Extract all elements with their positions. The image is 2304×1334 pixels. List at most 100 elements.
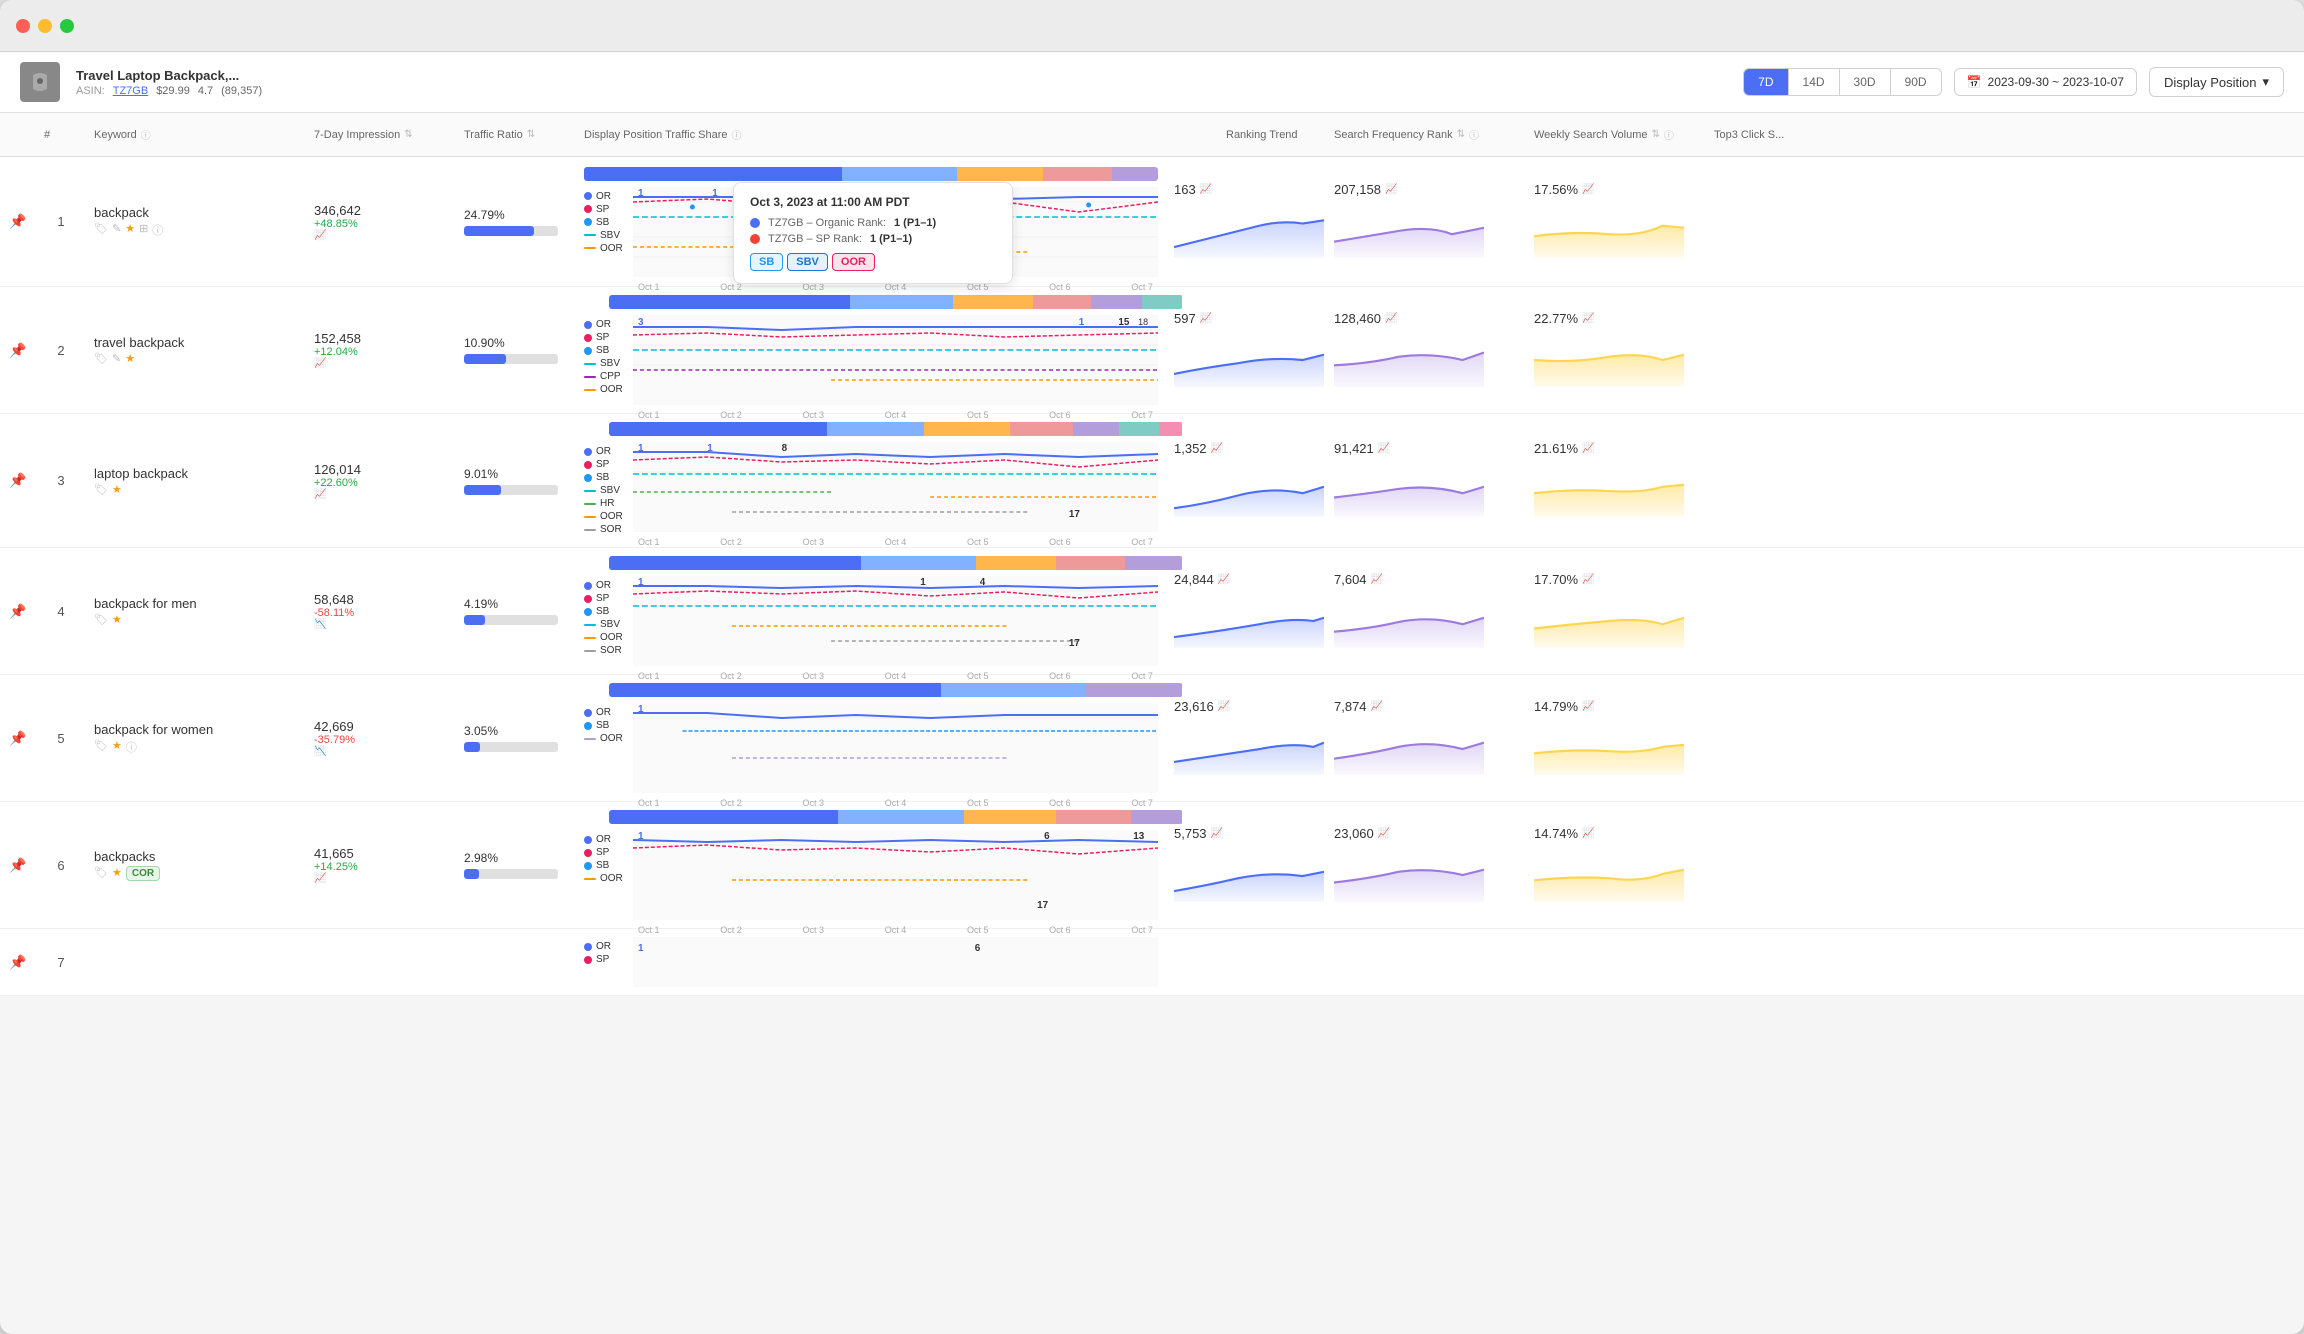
traffic-sort-icon[interactable]: ⇅ (527, 129, 535, 140)
ranking-tooltip: Oct 3, 2023 at 11:00 AM PDT TZ7GB – Orga… (733, 182, 1013, 284)
svg-text:13: 13 (1133, 831, 1144, 842)
th-hash: # (36, 123, 86, 146)
tab-14d[interactable]: 14D (1789, 69, 1840, 95)
trend-arrow-2: 📈 (314, 358, 326, 369)
keyword-tag-icon[interactable]: 🏷 (94, 739, 108, 755)
weekly-trend-icon: 📈 (1385, 184, 1397, 195)
pin-cell-7[interactable]: 📌 (0, 946, 36, 979)
weekly-vol-cell-4: 7,604 📈 (1326, 564, 1526, 659)
svg-text:1: 1 (638, 577, 644, 588)
keyword-star-icon[interactable]: ★ (125, 352, 135, 365)
weekly-vol-cell-7 (1326, 954, 1526, 970)
keyword-info-icon-1[interactable]: ⓘ (152, 222, 163, 238)
product-title: Travel Laptop Backpack,... (76, 68, 1727, 83)
svg-text:6: 6 (975, 943, 981, 954)
keyword-cell-5: backpack for women 🏷 ★ ⓘ (86, 714, 306, 763)
svg-text:1: 1 (638, 187, 644, 198)
display-position-button[interactable]: Display Position ▾ (2149, 67, 2284, 97)
legend-4: OR SP SB SBV OOR SOR (584, 576, 629, 660)
tab-7d[interactable]: 7D (1744, 69, 1788, 95)
table-row: 📌 6 backpacks 🏷 ★ COR 41,665 +14.25% 📈 2… (0, 802, 2304, 929)
keyword-star-icon[interactable]: ★ (112, 483, 122, 496)
keyword-tag-icon[interactable]: 🏷 (94, 222, 108, 238)
share-info-icon: ⓘ (731, 127, 741, 142)
chart-cell-4: OR SP SB SBV OOR SOR (576, 548, 1166, 674)
ranking-chart-3: 1 1 8 17 (633, 442, 1158, 532)
pin-cell-3[interactable]: 📌 (0, 464, 36, 497)
th-share: Display Position Traffic Share ⓘ (576, 123, 1166, 146)
close-button[interactable] (16, 19, 30, 33)
keyword-cell-1: backpack 🏷 ✎ ★ ⊞ ⓘ (86, 197, 306, 246)
7day-sort-icon[interactable]: ⇅ (404, 129, 412, 140)
weekly-sort-icon[interactable]: ⇅ (1652, 129, 1660, 140)
keyword-cell-6: backpacks 🏷 ★ COR (86, 841, 306, 889)
svg-text:1: 1 (712, 187, 718, 198)
pin-icon[interactable]: 📌 (9, 603, 26, 620)
tab-90d[interactable]: 90D (1891, 69, 1941, 95)
pin-cell-4[interactable]: 📌 (0, 595, 36, 628)
trend-arrow-1: 📈 (314, 230, 326, 241)
maximize-button[interactable] (60, 19, 74, 33)
keyword-pencil-icon[interactable]: ✎ (112, 222, 121, 238)
keyword-pencil-icon[interactable]: ✎ (112, 352, 121, 365)
date-range-text: 2023-09-30 ~ 2023-10-07 (1988, 75, 2124, 89)
pin-icon[interactable]: 📌 (9, 857, 26, 874)
legend-1: OR SP SB SBV OOR (584, 187, 629, 258)
pin-icon[interactable]: 📌 (9, 472, 26, 489)
sf-rank-cell-1: 163 📈 (1166, 174, 1326, 269)
keyword-star-icon[interactable]: ★ (112, 739, 122, 755)
minimize-button[interactable] (38, 19, 52, 33)
keyword-info-icon[interactable]: ⓘ (126, 739, 137, 755)
traffic-ratio-bar-6 (464, 869, 558, 879)
pin-cell-6[interactable]: 📌 (0, 849, 36, 882)
share-chart-cell-1: OR SP SB SBV OOR (576, 159, 1166, 285)
sf-mini-chart-4 (1174, 591, 1324, 651)
keyword-tag-icon[interactable]: 🏷 (94, 483, 108, 496)
keyword-star-icon[interactable]: ★ (112, 866, 122, 881)
tooltip-sp-dot (750, 234, 760, 244)
rank-cell-6: 6 (36, 850, 86, 881)
th-7day: 7-Day Impression ⇅ (306, 123, 456, 146)
legend-6: OR SP SB OOR (584, 830, 629, 888)
keyword-grid-icon[interactable]: ⊞ (139, 222, 148, 238)
top3-mini-chart-4 (1534, 591, 1684, 651)
traffic-ratio-cell-3: 9.01% (456, 459, 576, 503)
weekly-vol-cell-1: 207,158 📈 (1326, 174, 1526, 269)
weekly-vol-cell-2: 128,460 📈 (1326, 303, 1526, 398)
tab-30d[interactable]: 30D (1840, 69, 1891, 95)
sf-mini-chart-3 (1174, 460, 1324, 520)
pin-icon[interactable]: 📌 (9, 213, 26, 230)
date-range[interactable]: 📅 2023-09-30 ~ 2023-10-07 (1954, 68, 2137, 96)
top3-cell-1: 17.56% 📈 (1526, 174, 1706, 269)
table-row: 📌 1 backpack 🏷 ✎ ★ ⊞ ⓘ 346,642 +48.85% 📈 (0, 157, 2304, 287)
product-image (20, 62, 60, 102)
sf-trend-icon: 📈 (1200, 184, 1212, 195)
traffic-lights (16, 19, 74, 33)
table-header: # Keyword ⓘ 7-Day Impression ⇅ Traffic R… (0, 113, 2304, 157)
keyword-tag-icon[interactable]: 🏷 (94, 866, 108, 881)
svg-text:1: 1 (920, 577, 926, 588)
pin-cell-5[interactable]: 📌 (0, 722, 36, 755)
top3-mini-chart-2 (1534, 330, 1684, 390)
pin-icon[interactable]: 📌 (9, 342, 26, 359)
sf-rank-sort-icon[interactable]: ⇅ (1457, 129, 1465, 140)
th-keyword: Keyword ⓘ (86, 123, 306, 146)
pin-cell-2[interactable]: 📌 (0, 334, 36, 367)
svg-text:15: 15 (1118, 317, 1129, 328)
pin-icon[interactable]: 📌 (9, 730, 26, 747)
keyword-star-icon[interactable]: ★ (112, 613, 122, 626)
traffic-ratio-cell-5: 3.05% (456, 716, 576, 760)
impression-cell-7 (306, 954, 456, 970)
product-rating: 4.7 (198, 85, 213, 97)
keyword-star-icon[interactable]: ★ (125, 222, 135, 238)
keyword-cell-3: laptop backpack 🏷 ★ (86, 458, 306, 504)
keyword-tag-icon[interactable]: 🏷 (94, 613, 108, 626)
pin-cell-1[interactable]: 📌 (0, 205, 36, 238)
asin-label: ASIN: (76, 85, 105, 97)
pin-icon[interactable]: 📌 (9, 954, 26, 971)
keyword-tag-icon[interactable]: 🏷 (94, 352, 108, 365)
svg-text:1: 1 (638, 704, 644, 715)
top3-cell-6: 14.74% 📈 (1526, 818, 1706, 913)
legend-5: OR SB OOR (584, 703, 629, 748)
display-position-label: Display Position (2164, 75, 2257, 90)
